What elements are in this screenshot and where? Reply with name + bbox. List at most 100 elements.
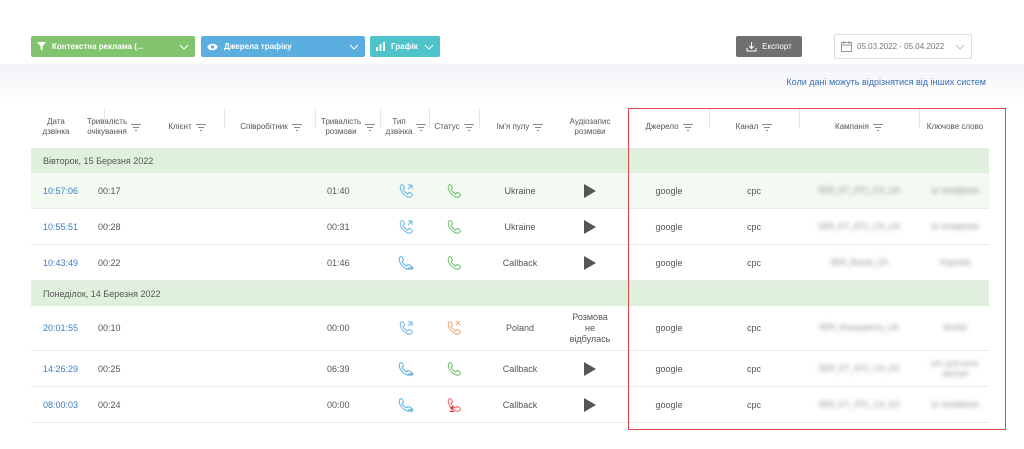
column-header-audio: Аудіозапис розмови [569,117,611,136]
chevron-down-icon [955,44,965,50]
chart-filter[interactable]: Графік [370,36,440,57]
incoming-call-icon [383,173,429,208]
keyword-value: атс для колл центра [931,358,979,378]
call-time-link[interactable]: 10:55:51 [43,209,78,244]
incoming-call-icon [383,209,429,244]
column-separator [104,108,105,128]
channel-value: cpc [746,323,761,333]
column-header-status[interactable]: Статус [429,106,479,148]
channel-value: cpc [746,257,761,268]
missed-call-icon [429,306,479,350]
call-time-link[interactable]: 10:43:49 [43,245,78,280]
filter-lines-icon[interactable] [291,123,302,131]
column-header-source[interactable]: Джерело [629,106,709,148]
play-button[interactable] [561,173,619,208]
column-separator [380,108,381,128]
keyword-value: ip телефонія [931,185,979,195]
column-header-employee[interactable]: Співробітник [225,106,317,148]
column-header-channel[interactable]: Канал [709,106,799,148]
talk-duration: 00:00 [327,323,350,333]
keyword-value: ip телефонія [931,221,979,231]
talk-duration: 00:00 [327,399,350,410]
campaign-value: SER_KT_ATC_CA_KZ [818,399,900,409]
table-row[interactable]: 08:00:03 00:24 00:00 Callback google cpc… [31,387,989,423]
table-row[interactable]: 10:55:51 00:28 00:31 Ukraine google cpc … [31,209,989,245]
source-value: google [655,257,683,268]
column-separator [799,108,800,128]
play-icon [584,361,596,376]
answered-call-icon [429,173,479,208]
table-row[interactable]: 20:01:55 00:10 00:00 Poland Розмова не в… [31,306,989,351]
column-separator [919,108,920,128]
pool-name: Callback [502,399,538,410]
call-time-link[interactable]: 08:00:03 [43,387,78,422]
filter-lines-icon[interactable] [463,123,474,131]
column-header-wait[interactable]: Тривалість очікування [81,106,147,148]
context-ads-filter[interactable]: Контекстна реклама (... [31,36,195,57]
filter-lines-icon[interactable] [762,123,773,131]
column-header-date[interactable]: Дата дзвінка [31,106,81,148]
funnel-icon [37,42,46,51]
column-separator [709,108,710,128]
source-value: google [655,323,683,333]
column-header-pool[interactable]: Ім'я пулу [479,106,561,148]
column-header-client[interactable]: Клієнт [149,106,225,148]
column-header-call-type[interactable]: Тип дзвінка [383,106,429,148]
play-icon [584,397,596,412]
pool-name: Poland [505,323,535,333]
callback-call-icon [383,387,429,422]
call-time-link[interactable]: 14:26:29 [43,351,78,386]
filter-lines-icon[interactable] [682,123,693,131]
traffic-sources-filter[interactable]: Джерела трафіку [201,36,365,57]
table-row[interactable]: 10:57:06 00:17 01:40 Ukraine google cpc … [31,173,989,209]
column-separator [224,108,225,128]
date-range-value: 05.03.2022 - 05.04.2022 [857,42,945,51]
call-time-link[interactable]: 10:57:06 [43,173,78,208]
keyword-value: binotel [943,323,967,332]
table-row[interactable]: 10:43:49 00:22 01:46 Callback google cpc… [31,245,989,281]
campaign-value: SER_KT_ATC_CA_KZ [818,363,900,373]
column-header-duration[interactable]: Тривалість розмови [315,106,381,148]
chevron-down-icon [349,44,359,50]
answered-call-icon [429,351,479,386]
campaign-value: SER_KT_ATC_CA_UA [817,221,901,231]
incoming-call-icon [383,306,429,350]
column-header-campaign[interactable]: Кампанія [799,106,919,148]
play-button[interactable] [561,387,619,422]
talk-duration: 06:39 [327,363,350,374]
filter-lines-icon[interactable] [195,123,206,131]
filter-lines-icon[interactable] [365,123,376,131]
channel-value: cpc [746,185,761,196]
calendar-icon [841,41,852,52]
channel-value: cpc [746,363,761,374]
filter-lines-icon[interactable] [872,123,883,131]
export-button-label: Експорт [762,42,792,51]
campaign-value: SER_KT_ATC_CA_UA [817,185,901,195]
callback-call-icon [383,351,429,386]
export-button[interactable]: Експорт [736,36,802,57]
call-time-link[interactable]: 20:01:55 [43,306,78,350]
play-button[interactable] [561,351,619,386]
wait-duration: 00:28 [98,221,121,232]
channel-value: cpc [746,399,761,410]
source-value: google [655,185,683,196]
source-value: google [655,221,683,232]
date-range-picker[interactable]: 05.03.2022 - 05.04.2022 [834,34,972,59]
employee-missed-icon [429,387,479,422]
download-icon [746,41,757,51]
play-button[interactable] [561,209,619,244]
filter-lines-icon[interactable] [533,123,544,131]
filter-lines-icon[interactable] [416,123,427,131]
filter-lines-icon[interactable] [131,123,142,131]
eye-icon [207,43,218,50]
talk-duration: 00:31 [327,221,350,232]
chart-filter-label: Графік [391,42,418,51]
table-row[interactable]: 14:26:29 00:25 06:39 Callback google cpc… [31,351,989,387]
callback-call-icon [383,245,429,280]
column-separator [429,108,430,128]
no-recording-message: Розмова не відбулась [569,311,611,344]
context-ads-filter-label: Контекстна реклама (... [52,42,144,51]
play-button[interactable] [561,245,619,280]
source-value: google [655,363,683,374]
data-discrepancy-link[interactable]: Коли дані можуть відрізнятися від інших … [786,77,986,87]
